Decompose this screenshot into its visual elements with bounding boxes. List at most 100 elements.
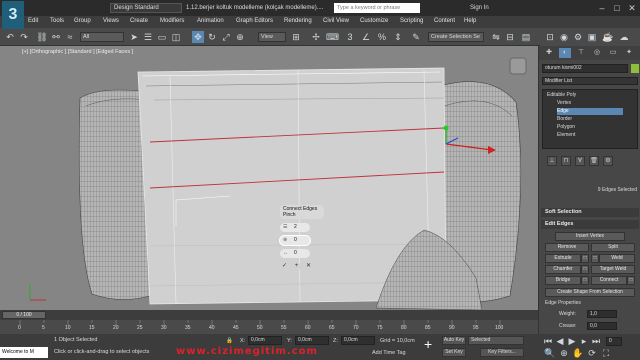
snap-toggle-icon[interactable]: 3 xyxy=(344,31,356,43)
a360-icon[interactable]: ☁ xyxy=(618,31,630,43)
named-selection-set[interactable]: Create Selection Se xyxy=(428,32,484,42)
stack-item-editable-poly[interactable]: Editable Poly xyxy=(547,92,576,99)
chamfer-button[interactable]: Chamfer xyxy=(545,265,581,274)
angle-snap-icon[interactable]: ∠ xyxy=(360,31,372,43)
split-button[interactable]: Split xyxy=(591,243,635,252)
bind-spacewarp-icon[interactable]: ≈ xyxy=(64,31,76,43)
track-bar[interactable]: 0 5 10 15 20 25 30 35 40 45 50 55 60 65 … xyxy=(0,320,538,334)
soft-selection-rollout[interactable]: Soft Selection xyxy=(541,208,639,217)
maximize-viewport-icon[interactable]: ⛶ xyxy=(600,347,612,359)
viewport-label[interactable]: [+] [Orthographic ] [Standard ] [Edged F… xyxy=(22,49,133,55)
menu-civil-view[interactable]: Civil View xyxy=(323,18,349,24)
menu-create[interactable]: Create xyxy=(130,18,148,24)
object-name-field[interactable]: oturum kismi002 xyxy=(542,64,628,73)
add-time-tag[interactable]: Add Time Tag xyxy=(372,350,406,356)
close-icon[interactable]: ✕ xyxy=(626,2,638,14)
scale-icon[interactable]: ⤢ xyxy=(220,31,232,43)
extrude-settings-icon[interactable]: □ xyxy=(581,254,589,263)
render-setup-icon[interactable]: ⚙ xyxy=(572,31,584,43)
viewport-orthographic[interactable]: [+] [Orthographic ] [Standard ] [Edged F… xyxy=(0,46,538,310)
weld-settings-icon[interactable]: □ xyxy=(591,254,599,263)
schematic-icon[interactable]: ⊡ xyxy=(544,31,556,43)
keyboard-shortcut-icon[interactable]: ⌨ xyxy=(326,31,339,43)
lock-selection-icon[interactable]: 🔒 xyxy=(226,338,233,344)
object-color-swatch[interactable] xyxy=(631,64,639,73)
menu-modifiers[interactable]: Modifiers xyxy=(160,18,184,24)
set-key-button[interactable]: Set Key xyxy=(442,348,466,357)
show-end-result-icon[interactable]: ⊓ xyxy=(561,156,571,166)
modify-tab-icon[interactable]: ◐ xyxy=(559,48,571,58)
remove-button[interactable]: Remove xyxy=(545,243,589,252)
percent-snap-icon[interactable]: % xyxy=(376,31,388,43)
pin-stack-icon[interactable]: ⊥ xyxy=(547,156,557,166)
window-crossing-icon[interactable]: ◫ xyxy=(170,31,182,43)
connect-button[interactable]: Connect xyxy=(591,276,627,285)
app-logo[interactable]: 3 xyxy=(2,1,24,29)
chamfer-settings-icon[interactable]: □ xyxy=(581,265,589,274)
auto-key-button[interactable]: Auto Key xyxy=(442,336,466,345)
rectangular-selection-icon[interactable]: ▭ xyxy=(156,31,168,43)
apply-icon[interactable]: + xyxy=(292,262,301,271)
ok-icon[interactable]: ✓ xyxy=(280,262,289,271)
key-filters-button[interactable]: Key Filters... xyxy=(480,348,524,357)
next-frame-icon[interactable]: ▸ xyxy=(578,335,590,347)
bridge-button[interactable]: Bridge xyxy=(545,276,581,285)
zoom-icon[interactable]: 🔍 xyxy=(544,347,556,359)
stack-item-vertex[interactable]: Vertex xyxy=(557,100,571,107)
segments-field[interactable]: ☰ 2 xyxy=(280,223,310,232)
workspace-select[interactable]: Design Standard xyxy=(110,3,182,13)
y-coordinate-field[interactable]: 0,0cm xyxy=(295,336,329,345)
time-slider-bar[interactable]: 0 / 100 xyxy=(0,310,538,320)
link-icon[interactable]: ⛓ xyxy=(36,31,48,43)
menu-views[interactable]: Views xyxy=(103,18,119,24)
selection-filter[interactable]: All xyxy=(80,32,124,42)
align-icon[interactable]: ⊟ xyxy=(504,31,516,43)
play-icon[interactable]: ▶ xyxy=(566,335,578,347)
undo-icon[interactable]: ↶ xyxy=(4,31,16,43)
stack-item-element[interactable]: Element xyxy=(557,132,575,139)
utilities-tab-icon[interactable]: ✦ xyxy=(623,48,635,58)
current-frame-field[interactable]: 0 xyxy=(606,337,622,346)
menu-content[interactable]: Content xyxy=(434,18,455,24)
bridge-settings-icon[interactable]: □ xyxy=(581,276,589,285)
pan-icon[interactable]: ✋ xyxy=(572,347,584,359)
motion-tab-icon[interactable]: ◎ xyxy=(591,48,603,58)
pivot-center-icon[interactable]: ⊞ xyxy=(290,31,302,43)
create-tab-icon[interactable]: ✚ xyxy=(543,48,555,58)
crease-spinner[interactable]: 0,0 xyxy=(587,322,617,330)
connect-settings-icon[interactable]: □ xyxy=(627,276,635,285)
layers-icon[interactable]: ▤ xyxy=(520,31,532,43)
maximize-icon[interactable]: □ xyxy=(611,2,623,14)
weld-button[interactable]: Weld xyxy=(599,254,635,263)
edit-edges-rollout[interactable]: Edit Edges xyxy=(541,220,639,229)
insert-vertex-button[interactable]: Insert Vertex xyxy=(555,232,625,241)
sign-in-link[interactable]: Sign In xyxy=(470,3,489,13)
cancel-icon[interactable]: ✕ xyxy=(304,262,313,271)
extrude-button[interactable]: Extrude xyxy=(545,254,581,263)
select-by-name-icon[interactable]: ☰ xyxy=(142,31,154,43)
menu-graph-editors[interactable]: Graph Editors xyxy=(236,18,273,24)
stack-item-border[interactable]: Border xyxy=(557,116,572,123)
unlink-icon[interactable]: ⚯ xyxy=(50,31,62,43)
menu-edit[interactable]: Edit xyxy=(28,18,38,24)
go-to-end-icon[interactable]: ⏭ xyxy=(590,335,602,347)
menu-group[interactable]: Group xyxy=(74,18,91,24)
render-icon[interactable]: ☕ xyxy=(602,31,614,43)
menu-tools[interactable]: Tools xyxy=(50,18,64,24)
rotate-icon[interactable]: ↻ xyxy=(206,31,218,43)
add-key-icon[interactable]: + xyxy=(424,336,432,352)
maxscript-listener[interactable]: Welcome to M xyxy=(0,347,48,358)
make-unique-icon[interactable]: ∀ xyxy=(575,156,585,166)
render-frame-icon[interactable]: ▣ xyxy=(586,31,598,43)
x-coordinate-field[interactable]: 0,0cm xyxy=(248,336,282,345)
select-manipulate-icon[interactable]: ✢ xyxy=(310,31,322,43)
menu-rendering[interactable]: Rendering xyxy=(284,18,312,24)
select-object-icon[interactable]: ➤ xyxy=(128,31,140,43)
reference-coordinate-select[interactable]: View xyxy=(258,32,286,42)
create-shape-button[interactable]: Create Shape From Selection xyxy=(545,288,635,297)
go-to-start-icon[interactable]: ⏮ xyxy=(542,335,554,347)
key-mode-select[interactable]: Selected xyxy=(468,336,524,345)
remove-modifier-icon[interactable]: 🗑 xyxy=(589,156,599,166)
stack-item-polygon[interactable]: Polygon xyxy=(557,124,575,131)
orbit-icon[interactable]: ⟳ xyxy=(586,347,598,359)
